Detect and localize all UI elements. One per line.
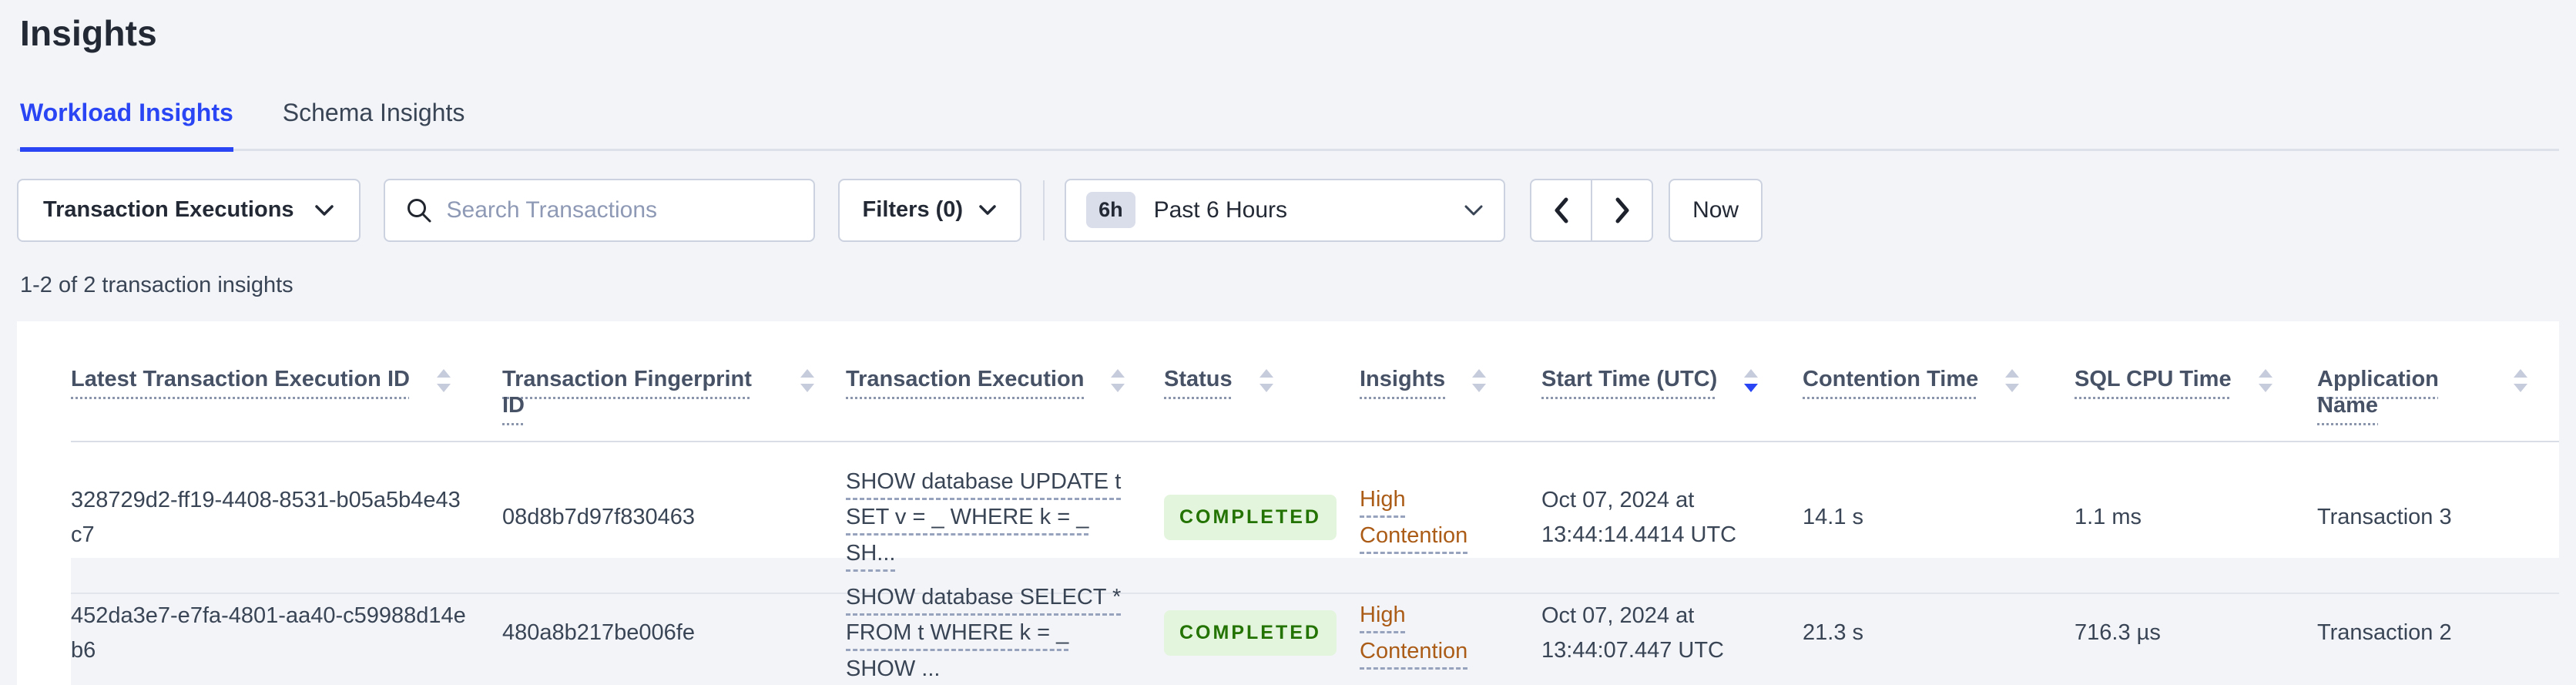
- previous-time-range-button[interactable]: [1530, 178, 1592, 242]
- column-header-sql-cpu-time[interactable]: SQL CPU Time: [2075, 321, 2317, 443]
- column-header-status[interactable]: Status: [1164, 321, 1360, 443]
- transaction-execution-link[interactable]: SHOW database UPDATE t SET v = _ WHERE k…: [846, 464, 1133, 571]
- insights-page: Insights Workload Insights Schema Insigh…: [0, 0, 2576, 685]
- transaction-execution-link[interactable]: SHOW database SELECT * FROM t WHERE k = …: [846, 579, 1133, 684]
- transaction-fingerprint-id: 480a8b217be006fe: [502, 558, 846, 684]
- contention-time: 21.3 s: [1803, 558, 2075, 684]
- column-header-insights[interactable]: Insights: [1360, 321, 1541, 443]
- toolbar-divider: [1043, 180, 1045, 240]
- insight-link-high-contention[interactable]: High Contention: [1360, 597, 1511, 669]
- column-header-contention-time[interactable]: Contention Time: [1803, 321, 2075, 443]
- sort-icon: [2514, 368, 2527, 392]
- sql-cpu-time: 716.3 µs: [2075, 558, 2317, 684]
- transaction-execution-id: 328729d2-ff19-4408-8531-b05a5b4e43c7: [71, 487, 461, 547]
- chevron-right-icon: [1615, 197, 1629, 223]
- table-row: 452da3e7-e7fa-4801-aa40-c59988d14eb6 480…: [71, 558, 2559, 685]
- column-header-application-name[interactable]: Application Name: [2317, 321, 2559, 443]
- now-button-label: Now: [1692, 196, 1739, 223]
- tab-workload-insights[interactable]: Workload Insights: [20, 99, 233, 152]
- transaction-execution-id: 452da3e7-e7fa-4801-aa40-c59988d14eb6: [71, 603, 466, 663]
- status-badge: COMPLETED: [1164, 610, 1337, 656]
- chevron-left-icon: [1555, 197, 1568, 223]
- filters-label: Filters (0): [862, 197, 964, 222]
- tab-bar: Workload Insights Schema Insights: [17, 99, 2559, 152]
- table-header-row: Latest Transaction Execution ID Transact…: [71, 321, 2559, 443]
- column-header-start-time[interactable]: Start Time (UTC): [1541, 321, 1803, 443]
- insights-table: Latest Transaction Execution ID Transact…: [17, 321, 2559, 685]
- toolbar: Transaction Executions Filters (0) 6h Pa…: [17, 178, 2559, 242]
- status-badge: COMPLETED: [1164, 495, 1337, 541]
- application-name: Transaction 2: [2317, 558, 2559, 684]
- filters-dropdown[interactable]: Filters (0): [837, 178, 1022, 242]
- time-range-badge: 6h: [1086, 192, 1135, 228]
- sort-icon: [2258, 368, 2272, 392]
- search-icon: [407, 198, 431, 222]
- search-box: [383, 178, 815, 242]
- execution-type-label: Transaction Executions: [43, 197, 294, 222]
- sort-icon: [800, 368, 814, 392]
- sort-icon: [1259, 368, 1273, 392]
- chevron-down-icon: [979, 205, 996, 215]
- sort-icon: [1472, 368, 1487, 392]
- time-range-picker[interactable]: 6h Past 6 Hours: [1065, 178, 1506, 242]
- column-header-transaction-execution[interactable]: Transaction Execution: [846, 321, 1164, 443]
- column-header-latest-transaction-execution-id[interactable]: Latest Transaction Execution ID: [71, 321, 502, 443]
- sort-icon: [1111, 368, 1125, 392]
- insight-link-high-contention[interactable]: High Contention: [1360, 482, 1511, 553]
- results-count: 1-2 of 2 transaction insights: [20, 272, 293, 297]
- chevron-down-icon: [1464, 205, 1483, 215]
- table-row: 328729d2-ff19-4408-8531-b05a5b4e43c7 08d…: [71, 442, 2559, 595]
- search-input[interactable]: [446, 196, 793, 223]
- column-header-transaction-fingerprint-id[interactable]: Transaction Fingerprint ID: [502, 321, 846, 443]
- tab-schema-insights[interactable]: Schema Insights: [283, 99, 465, 152]
- time-range-step-buttons: [1530, 178, 1654, 242]
- sort-icon: [2005, 368, 2020, 392]
- start-time: Oct 07, 2024 at 13:44:07.447 UTC: [1541, 558, 1803, 684]
- sort-desc-icon: [1744, 368, 1759, 392]
- sort-icon: [436, 368, 451, 392]
- page-title: Insights: [20, 13, 157, 53]
- next-time-range-button[interactable]: [1592, 178, 1654, 242]
- time-range-label: Past 6 Hours: [1153, 196, 1288, 223]
- now-button[interactable]: Now: [1669, 178, 1763, 242]
- execution-type-dropdown[interactable]: Transaction Executions: [17, 178, 361, 242]
- chevron-down-icon: [314, 204, 334, 216]
